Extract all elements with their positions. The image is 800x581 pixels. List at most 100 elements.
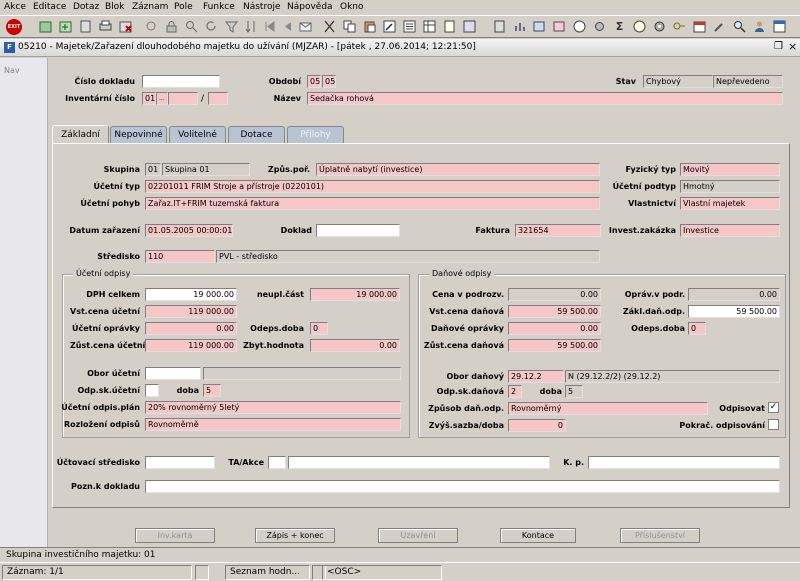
calculator-icon[interactable] bbox=[492, 19, 507, 34]
nazev-field[interactable]: Sedačka rohová bbox=[307, 92, 783, 105]
calendar-icon[interactable] bbox=[692, 19, 707, 34]
prislusenstvi-button[interactable]: Příslušenství bbox=[620, 528, 700, 543]
dph-celkem-field[interactable]: 19 000.00 bbox=[145, 288, 237, 301]
obor-ucetni-field[interactable] bbox=[145, 367, 201, 380]
menu-okno[interactable]: Okno bbox=[340, 2, 364, 12]
copy-icon[interactable] bbox=[342, 19, 357, 34]
inv-karta-button[interactable]: Inv.karta bbox=[135, 528, 215, 543]
rozlozeni-odpisu-field[interactable]: Rovnoměrně bbox=[145, 418, 401, 431]
zpusob-dan-odp-field[interactable]: Rovnoměrný bbox=[508, 402, 708, 415]
new-record-icon[interactable] bbox=[38, 19, 53, 34]
insert-record-icon[interactable] bbox=[58, 19, 73, 34]
odp-sk-ucetni-field[interactable] bbox=[145, 384, 159, 397]
edit-icon[interactable] bbox=[382, 19, 397, 34]
menu-zaznam[interactable]: Záznam bbox=[132, 2, 168, 12]
zpusob-porizeni-field[interactable]: Úplatně nabytí (investice) bbox=[316, 163, 600, 176]
user-icon[interactable] bbox=[752, 19, 767, 34]
ucetni-typ-field[interactable]: 02201011 FRIM Stroje a přístroje (022010… bbox=[145, 180, 600, 193]
lock-icon[interactable] bbox=[164, 19, 179, 34]
stredisko-kod-field[interactable]: 110 bbox=[145, 250, 215, 263]
settings-icon[interactable] bbox=[592, 19, 607, 34]
menu-funkce[interactable]: Funkce bbox=[203, 2, 235, 12]
restore-icon[interactable]: ❐ bbox=[774, 41, 783, 52]
vst-cena-ucetni-field[interactable]: 119 000.00 bbox=[145, 305, 237, 318]
odeps-doba-ucetni-field[interactable]: 0 bbox=[310, 322, 328, 335]
fyzicky-typ-field[interactable]: Movitý bbox=[680, 163, 780, 176]
inventarni-cislo-field-1[interactable]: 01 bbox=[142, 92, 156, 105]
ucetni-odpis-plan-field[interactable]: 20% rovnoměrný 5letý bbox=[145, 401, 401, 414]
uctovaci-stredisko-field[interactable] bbox=[145, 456, 215, 469]
faktura-field[interactable]: 321654 bbox=[515, 224, 601, 237]
refresh-icon[interactable] bbox=[204, 19, 219, 34]
odpisovat-checkbox[interactable]: ✓ bbox=[768, 402, 779, 413]
tab-volitelne[interactable]: Volitelné bbox=[169, 126, 226, 143]
gear-icon[interactable] bbox=[652, 19, 667, 34]
list-icon[interactable] bbox=[402, 19, 417, 34]
cislo-dokladu-field[interactable] bbox=[142, 75, 220, 88]
form-icon[interactable] bbox=[462, 19, 477, 34]
copy-record-icon[interactable] bbox=[78, 19, 93, 34]
clear-icon[interactable] bbox=[144, 19, 159, 34]
obdobi-field-2[interactable]: 05 bbox=[322, 75, 336, 88]
zust-cena-ucetni-field[interactable]: 119 000.00 bbox=[145, 339, 237, 352]
mail-icon[interactable] bbox=[298, 19, 313, 34]
zvys-sazba-doba-field[interactable]: 0 bbox=[508, 419, 566, 432]
pozn-k-dokladu-field[interactable] bbox=[145, 480, 780, 493]
export-icon[interactable] bbox=[532, 19, 547, 34]
odeps-doba-danova-field[interactable]: 0 bbox=[688, 322, 706, 335]
zbyt-hodnota-field[interactable]: 0.00 bbox=[310, 339, 400, 352]
inventarni-cislo-lov-button[interactable]: ... bbox=[156, 92, 168, 105]
ucetni-pohyb-field[interactable]: Zařaz.IT+FRIM tuzemská faktura bbox=[145, 197, 600, 210]
zust-cena-danova-field[interactable]: 59 500.00 bbox=[508, 339, 601, 352]
menu-dotaz[interactable]: Dotaz bbox=[73, 2, 99, 12]
menu-napoveda[interactable]: Nápověda bbox=[287, 2, 333, 12]
danove-opravky-field[interactable]: 0.00 bbox=[508, 322, 601, 335]
delete-record-icon[interactable] bbox=[118, 19, 133, 34]
chart-icon[interactable] bbox=[512, 19, 527, 34]
menu-editace[interactable]: Editace bbox=[33, 2, 66, 12]
close-icon[interactable]: × bbox=[788, 40, 797, 53]
exit-icon[interactable]: EXIT bbox=[6, 19, 22, 35]
menu-pole[interactable]: Pole bbox=[174, 2, 193, 12]
tab-dotace[interactable]: Dotace bbox=[228, 126, 285, 143]
obdobi-field-1[interactable]: 05 bbox=[307, 75, 321, 88]
menu-nastroje[interactable]: Nástroje bbox=[243, 2, 281, 12]
filter-icon[interactable] bbox=[224, 19, 239, 34]
neupl-cast-field[interactable]: 19 000.00 bbox=[310, 288, 400, 301]
ucetni-opravky-field[interactable]: 0.00 bbox=[145, 322, 237, 335]
zakl-dan-odp-field[interactable]: 59 500.00 bbox=[688, 305, 780, 318]
pokrac-odpisovani-checkbox[interactable] bbox=[768, 419, 779, 430]
search-icon[interactable] bbox=[732, 19, 747, 34]
nav-label[interactable]: Nav bbox=[4, 66, 20, 75]
print-icon[interactable] bbox=[98, 19, 113, 34]
doba-ucetni-field[interactable]: 5 bbox=[203, 384, 221, 397]
obor-danovy-field[interactable]: 29.12.2 bbox=[508, 370, 564, 383]
tools-icon[interactable] bbox=[712, 19, 727, 34]
skupina-kod-field[interactable]: 01 bbox=[145, 163, 161, 176]
tab-zakladni[interactable]: Základní bbox=[52, 125, 109, 144]
query-icon[interactable] bbox=[184, 19, 199, 34]
previous-record-icon[interactable] bbox=[280, 19, 295, 34]
inventarni-cislo-field-2[interactable] bbox=[168, 92, 198, 105]
odp-sk-danova-field[interactable]: 2 bbox=[508, 385, 522, 398]
tab-nepovinne[interactable]: Nepovinné bbox=[110, 126, 167, 143]
kontace-button[interactable]: Kontace bbox=[500, 528, 576, 543]
menu-akce[interactable]: Akce bbox=[4, 2, 26, 12]
menu-blok[interactable]: Blok bbox=[105, 2, 124, 12]
cut-icon[interactable] bbox=[322, 19, 337, 34]
window-icon[interactable] bbox=[772, 19, 787, 34]
sort-icon[interactable] bbox=[244, 19, 259, 34]
key-icon[interactable] bbox=[672, 19, 687, 34]
kp-field[interactable] bbox=[588, 456, 780, 469]
help-icon[interactable] bbox=[572, 19, 587, 34]
first-record-icon[interactable] bbox=[262, 19, 277, 34]
uzavreni-button[interactable]: Uzavření bbox=[378, 528, 458, 543]
invest-zakazka-field[interactable]: Investice bbox=[680, 224, 780, 237]
doklad-field[interactable] bbox=[316, 224, 400, 237]
import-icon[interactable] bbox=[552, 19, 567, 34]
datum-zarazeni-field[interactable]: 01.05.2005 00:00:01 bbox=[145, 224, 233, 237]
navigation-pane[interactable]: Nav bbox=[0, 58, 48, 553]
ta-akce-field-1[interactable] bbox=[268, 456, 286, 469]
zapis-konec-button[interactable]: Zápis + konec bbox=[255, 528, 335, 543]
ta-akce-field-2[interactable] bbox=[288, 456, 550, 469]
